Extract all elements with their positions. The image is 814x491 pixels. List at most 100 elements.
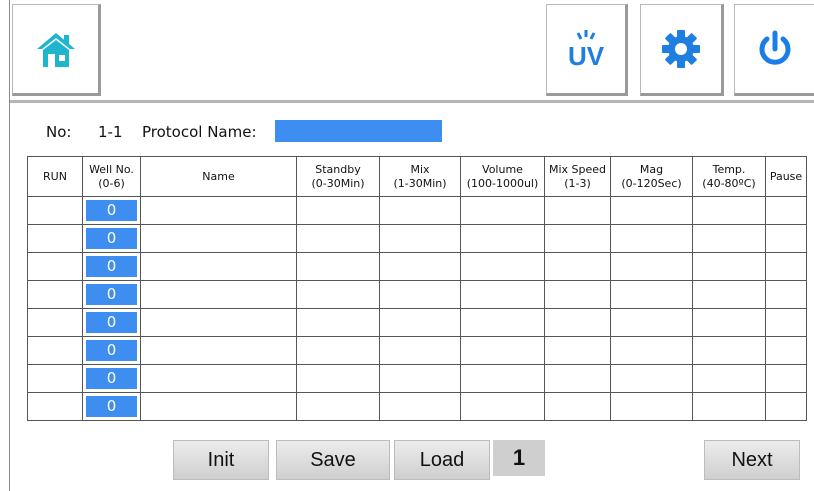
cell-temp[interactable] (692, 224, 766, 253)
cell-mix[interactable] (379, 224, 461, 253)
cell-pause[interactable] (765, 224, 807, 253)
cell-name[interactable] (140, 252, 297, 281)
cell-mag[interactable] (610, 308, 693, 337)
well-number-field[interactable]: 0 (86, 284, 137, 305)
cell-volume[interactable] (460, 364, 545, 393)
protocol-name-input[interactable] (275, 120, 442, 142)
cell-temp[interactable] (692, 308, 766, 337)
cell-name[interactable] (140, 336, 297, 365)
cell-standby[interactable] (296, 392, 380, 421)
cell-mag[interactable] (610, 252, 693, 281)
cell-well[interactable]: 0 (82, 364, 141, 393)
cell-mix-speed[interactable] (544, 336, 611, 365)
cell-pause[interactable] (765, 196, 807, 225)
well-number-field[interactable]: 0 (86, 256, 137, 277)
cell-mag[interactable] (610, 280, 693, 309)
cell-volume[interactable] (460, 224, 545, 253)
cell-name[interactable] (140, 364, 297, 393)
cell-standby[interactable] (296, 308, 380, 337)
cell-name[interactable] (140, 280, 297, 309)
table-row: 0 (27, 336, 807, 365)
load-button[interactable]: Load (394, 440, 490, 480)
cell-volume[interactable] (460, 308, 545, 337)
cell-volume[interactable] (460, 280, 545, 309)
cell-mix-speed[interactable] (544, 196, 611, 225)
cell-name[interactable] (140, 392, 297, 421)
cell-run[interactable] (27, 392, 83, 421)
cell-mix-speed[interactable] (544, 308, 611, 337)
cell-well[interactable]: 0 (82, 280, 141, 309)
cell-pause[interactable] (765, 364, 807, 393)
cell-temp[interactable] (692, 364, 766, 393)
cell-well[interactable]: 0 (82, 308, 141, 337)
cell-run[interactable] (27, 224, 83, 253)
cell-run[interactable] (27, 364, 83, 393)
cell-mix-speed[interactable] (544, 364, 611, 393)
well-number-field[interactable]: 0 (86, 312, 137, 333)
home-button[interactable] (12, 4, 101, 96)
cell-run[interactable] (27, 308, 83, 337)
cell-well[interactable]: 0 (82, 196, 141, 225)
cell-name[interactable] (140, 224, 297, 253)
well-number-field[interactable]: 0 (86, 368, 137, 389)
cell-volume[interactable] (460, 336, 545, 365)
cell-run[interactable] (27, 280, 83, 309)
cell-run[interactable] (27, 336, 83, 365)
cell-mag[interactable] (610, 336, 693, 365)
cell-mix[interactable] (379, 392, 461, 421)
cell-standby[interactable] (296, 224, 380, 253)
cell-standby[interactable] (296, 364, 380, 393)
cell-standby[interactable] (296, 252, 380, 281)
cell-temp[interactable] (692, 280, 766, 309)
cell-mix-speed[interactable] (544, 392, 611, 421)
cell-standby[interactable] (296, 196, 380, 225)
power-button[interactable] (734, 4, 814, 96)
cell-pause[interactable] (765, 392, 807, 421)
cell-name[interactable] (140, 308, 297, 337)
well-number-field[interactable]: 0 (86, 200, 137, 221)
cell-mix[interactable] (379, 364, 461, 393)
cell-well[interactable]: 0 (82, 336, 141, 365)
cell-mix-speed[interactable] (544, 252, 611, 281)
cell-temp[interactable] (692, 252, 766, 281)
cell-name[interactable] (140, 196, 297, 225)
cell-standby[interactable] (296, 336, 380, 365)
uv-lamp-button[interactable]: UV (546, 4, 628, 96)
settings-button[interactable] (640, 4, 724, 96)
cell-mix[interactable] (379, 308, 461, 337)
cell-mag[interactable] (610, 392, 693, 421)
cell-mix[interactable] (379, 252, 461, 281)
cell-mag[interactable] (610, 364, 693, 393)
cell-mag[interactable] (610, 224, 693, 253)
well-number-field[interactable]: 0 (86, 396, 137, 417)
cell-pause[interactable] (765, 336, 807, 365)
cell-pause[interactable] (765, 252, 807, 281)
cell-mix-speed[interactable] (544, 224, 611, 253)
init-button[interactable]: Init (173, 440, 269, 480)
cell-mix[interactable] (379, 336, 461, 365)
next-button[interactable]: Next (704, 440, 800, 480)
cell-mix[interactable] (379, 280, 461, 309)
cell-standby[interactable] (296, 280, 380, 309)
save-button[interactable]: Save (276, 440, 390, 480)
cell-pause[interactable] (765, 308, 807, 337)
well-number-field[interactable]: 0 (86, 340, 137, 361)
cell-temp[interactable] (692, 392, 766, 421)
well-number-field[interactable]: 0 (86, 228, 137, 249)
cell-run[interactable] (27, 196, 83, 225)
cell-volume[interactable] (460, 252, 545, 281)
cell-volume[interactable] (460, 392, 545, 421)
cell-well[interactable]: 0 (82, 252, 141, 281)
cell-mix[interactable] (379, 196, 461, 225)
protocol-no-value: 1-1 (98, 123, 123, 141)
cell-well[interactable]: 0 (82, 224, 141, 253)
cell-mag[interactable] (610, 196, 693, 225)
cell-temp[interactable] (692, 196, 766, 225)
cell-pause[interactable] (765, 280, 807, 309)
uv-label: UV (568, 41, 605, 71)
cell-volume[interactable] (460, 196, 545, 225)
cell-temp[interactable] (692, 336, 766, 365)
cell-well[interactable]: 0 (82, 392, 141, 421)
cell-mix-speed[interactable] (544, 280, 611, 309)
cell-run[interactable] (27, 252, 83, 281)
